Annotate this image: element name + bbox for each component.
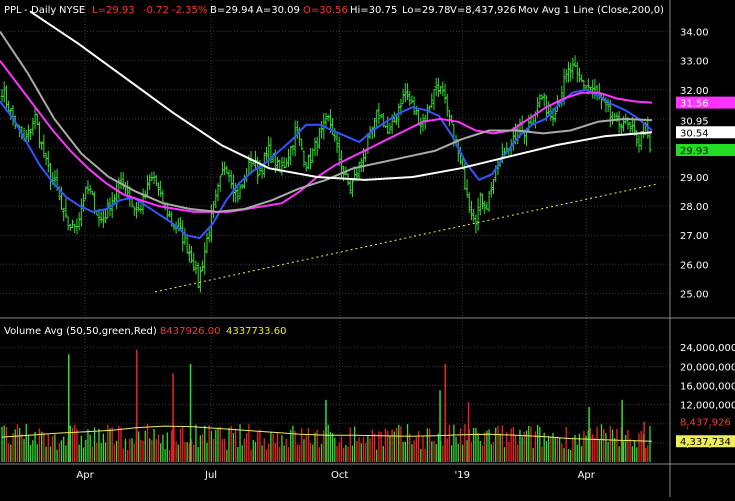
svg-text:30.54: 30.54 [680,128,709,139]
header-volume: V=8,437,926 [450,5,516,16]
price-tick-label: 28.00 [680,202,709,213]
header-exchange: NYSE [59,5,85,16]
chart-canvas: 25.0026.0027.0028.0029.0030.0031.0032.00… [0,0,735,497]
time-tick-label: Apr [76,470,94,481]
header-open: O=30.56 [303,5,348,16]
volume-value-badge: 4,337,734 [676,435,735,448]
price-tick-label: 25.00 [680,289,709,300]
price-value-badge: 31.56 [676,96,735,110]
price-tick-label: 32.00 [680,86,709,97]
time-tick-label: '19 [455,470,470,481]
price-value-badge: 30.54 [676,126,735,139]
svg-text:30.95: 30.95 [680,116,709,127]
svg-text:8,437,926: 8,437,926 [680,418,731,429]
header-symbol: PPL [4,5,22,16]
price-value-badge: 29.93 [676,143,735,157]
volume-tick-label: 20,000,000 [680,362,735,373]
price-tick-label: 33.00 [680,57,709,68]
header-change: -0.72 [143,5,169,16]
time-tick-label: Apr [578,470,596,481]
volume-tick-label: 12,000,000 [680,401,735,412]
svg-text:4,337,734: 4,337,734 [680,437,731,448]
volume-tick-label: 24,000,000 [680,343,735,354]
header-period: Daily [31,5,56,16]
header-change-pct: -2.35% [172,5,207,16]
svg-text:29.93: 29.93 [680,146,709,157]
header-study: Mov Avg 1 Line (Close,200,0) [518,5,664,16]
header-ask: A=30.09 [256,5,300,16]
header-last: L=29.93 [92,5,135,16]
price-tick-label: 26.00 [680,260,709,271]
price-tick-label: 27.00 [680,231,709,242]
stock-chart: 25.0026.0027.0028.0029.0030.0031.0032.00… [0,0,735,497]
volume-value-badge: 8,437,926 [676,415,735,429]
header-high: Hi=30.75 [350,5,397,16]
header-sep: - [24,5,28,16]
volume-value-2: 4337733.60 [226,326,286,337]
price-value-badge: 30.95 [676,114,735,127]
price-tick-label: 34.00 [680,28,709,39]
time-tick-label: Oct [331,470,348,481]
volume-tick-label: 16,000,000 [680,381,735,392]
volume-header: Volume Avg (50,50,green,Red) 8437926.00 … [4,326,286,337]
header-low: Lo=29.78 [402,5,451,16]
price-header: PPL - Daily NYSE L=29.93 -0.72 -2.35% B=… [4,5,664,16]
volume-value-1: 8437926.00 [160,326,220,337]
time-tick-label: Jul [204,470,217,481]
svg-text:31.56: 31.56 [680,99,709,110]
volume-label: Volume Avg (50,50,green,Red) [4,326,157,337]
header-bid: B=29.94 [210,5,254,16]
price-tick-label: 29.00 [680,173,709,184]
